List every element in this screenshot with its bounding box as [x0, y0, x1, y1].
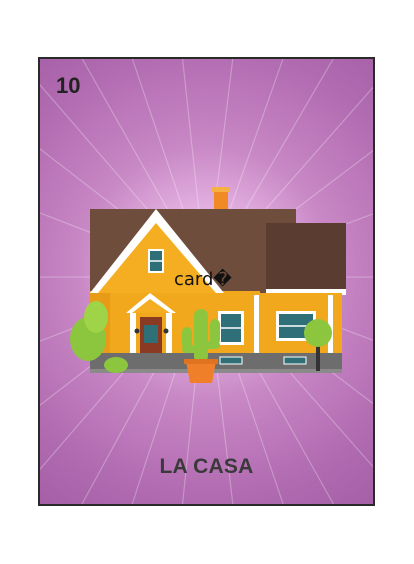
card-title: LA CASA — [159, 455, 254, 478]
loteria-card: 10 card� LA CASA — [38, 57, 375, 506]
card-number: 10 — [56, 73, 81, 98]
roof-wing — [266, 223, 346, 293]
cactus — [194, 309, 208, 363]
image-alt-text: card� — [174, 269, 232, 290]
cactus-pot — [186, 361, 216, 383]
tree-right — [304, 319, 332, 347]
